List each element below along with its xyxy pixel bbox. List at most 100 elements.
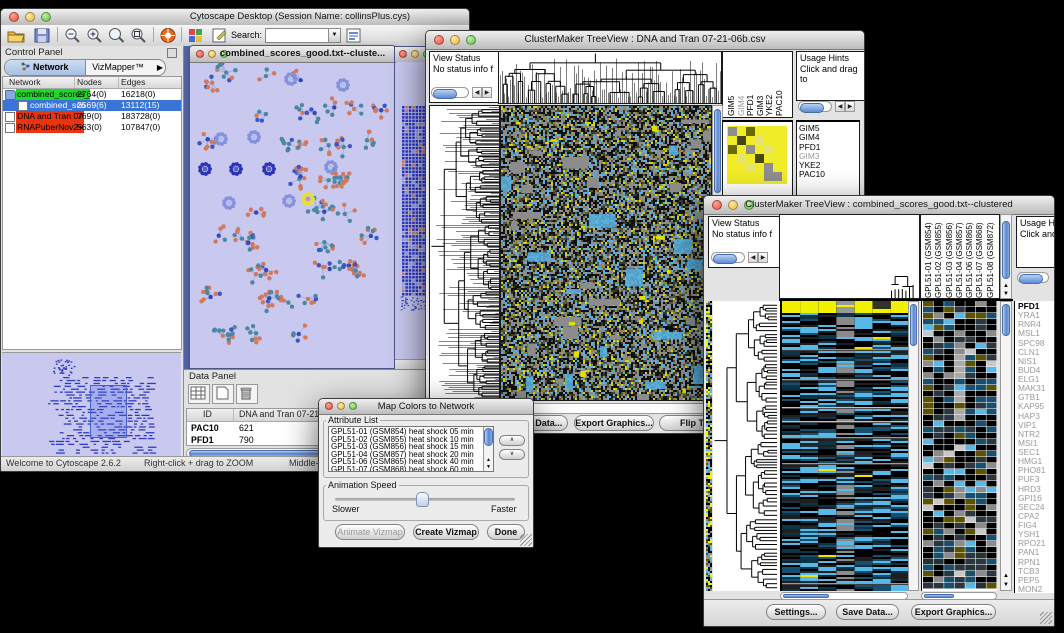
attribute-listbox[interactable]: GPL51-01 (GSM854) heat shock 05 minGPL51… [328, 426, 494, 472]
tv1-gene-labels[interactable]: GIM5GIM4PFD1GIM3YKE2PAC10 [799, 124, 825, 180]
tv1-column-dendrogram[interactable] [498, 51, 722, 104]
scroll-down-icon[interactable]: ▼ [1001, 582, 1011, 588]
zoom-in-icon[interactable] [85, 27, 103, 44]
move-up-button[interactable]: ∧ [499, 435, 525, 446]
matrix-cell[interactable] [764, 172, 773, 181]
network-row[interactable]: combined_sco2569(6)13112(15) [3, 100, 181, 111]
matrix-cell[interactable] [755, 163, 764, 172]
create-attribute-button[interactable] [212, 384, 234, 404]
col-id[interactable]: ID [203, 409, 212, 419]
tv1-status-scrollbar[interactable] [431, 87, 469, 98]
matrix-cell[interactable] [728, 163, 737, 172]
matrix-cell[interactable] [755, 172, 764, 181]
vizmapper-palette-icon[interactable] [187, 27, 205, 44]
search-input[interactable] [265, 28, 329, 43]
tv2-row-dendrogram[interactable] [713, 301, 780, 591]
scroll-down-icon[interactable]: ▼ [1001, 291, 1011, 297]
array-label[interactable]: GPL51-08 (GSM872) [986, 215, 996, 298]
network-view-window[interactable]: combined_scores_good.txt--cluste... [189, 45, 396, 369]
matrix-cell[interactable] [746, 172, 755, 181]
matrix-cell[interactable] [746, 136, 755, 145]
resize-grip[interactable] [1040, 612, 1052, 624]
matrix-cell[interactable] [773, 145, 782, 154]
col-network[interactable]: Network [9, 77, 41, 87]
minimize-icon[interactable] [411, 50, 419, 58]
matrix-cell[interactable] [755, 145, 764, 154]
matrix-cell[interactable] [728, 145, 737, 154]
tv2-array-labels[interactable]: GPL51-01 (GSM854)GPL51-02 (GSM855)GPL51-… [920, 214, 1000, 299]
matrix-cell[interactable] [773, 127, 782, 136]
col-nodes[interactable]: Nodes [77, 77, 102, 87]
scroll-right-icon[interactable]: ▶ [482, 87, 492, 98]
tv1-row-dendrogram[interactable] [429, 105, 500, 401]
move-down-button[interactable]: ∨ [499, 449, 525, 460]
matrix-cell[interactable] [755, 136, 764, 145]
tab-overflow-icon[interactable]: ▶ [157, 60, 163, 75]
resize-grip[interactable] [520, 534, 532, 546]
zoom-selected-icon[interactable] [129, 27, 147, 44]
matrix-cell[interactable] [737, 154, 746, 163]
matrix-cell[interactable] [746, 127, 755, 136]
matrix-cell[interactable] [764, 154, 773, 163]
matrix-cell[interactable] [755, 154, 764, 163]
gene-label[interactable]: MON2 [1018, 585, 1054, 593]
main-titlebar[interactable]: Cytoscape Desktop (Session Name: collins… [1, 9, 469, 26]
scroll-left-icon[interactable]: ◀ [472, 87, 482, 98]
tv1-similarity-matrix[interactable] [727, 126, 787, 184]
matrix-cell[interactable] [764, 127, 773, 136]
matrix-cell[interactable] [764, 145, 773, 154]
close-icon[interactable] [399, 50, 407, 58]
matrix-cell[interactable] [773, 172, 782, 181]
scroll-left-icon[interactable]: ◀ [748, 252, 758, 263]
tv2-heat-vscrollbar[interactable] [908, 301, 919, 591]
matrix-cell[interactable] [773, 154, 782, 163]
treeview1-titlebar[interactable]: ClusterMaker TreeView : DNA and Tran 07-… [426, 31, 864, 50]
float-panel-icon[interactable] [167, 48, 177, 58]
array-label[interactable]: PAC10 [775, 53, 785, 116]
matrix-cell[interactable] [728, 172, 737, 181]
network-overview-minimap[interactable] [2, 352, 181, 458]
matrix-cell[interactable] [737, 145, 746, 154]
scroll-right-icon[interactable]: ▶ [845, 101, 855, 112]
matrix-cell[interactable] [737, 163, 746, 172]
network-name[interactable]: RNAPuberNov2+ [16, 122, 84, 133]
matrix-cell[interactable] [764, 136, 773, 145]
matrix-cell[interactable] [746, 154, 755, 163]
matrix-cell[interactable] [764, 163, 773, 172]
network-name[interactable]: DNA and Tran 07 [16, 111, 84, 122]
scroll-down-icon[interactable]: ▼ [484, 464, 493, 470]
open-file-icon[interactable] [7, 27, 25, 44]
scroll-up-icon[interactable]: ▲ [1001, 283, 1011, 289]
treeview-window-combined[interactable]: ClusterMaker TreeView : combined_scores_… [703, 195, 1055, 627]
tab-network[interactable]: Network [5, 60, 86, 75]
network-row[interactable]: combined_scores_2764(0)16218(0) [3, 89, 181, 100]
matrix-cell[interactable] [746, 145, 755, 154]
search-dropdown-icon[interactable]: ▼ [328, 28, 341, 43]
delete-attribute-trash-icon[interactable] [236, 384, 258, 404]
matrix-cell[interactable] [737, 127, 746, 136]
network-list-header[interactable]: Network Nodes Edges [3, 77, 181, 89]
attribute-item[interactable]: GPL51-07 (GSM868) heat shock 60 min [331, 466, 493, 472]
tab-vizmapper[interactable]: VizMapper™ [86, 60, 150, 75]
help-lifering-icon[interactable] [159, 27, 177, 44]
export-graphics-button[interactable]: Export Graphics... [911, 604, 996, 620]
matrix-cell[interactable] [737, 136, 746, 145]
network-graph-canvas[interactable] [191, 63, 392, 365]
tv2-usage-scrollbar[interactable] [1017, 272, 1049, 283]
tv2-detail-vscrollbar[interactable]: ▲ ▼ [1000, 301, 1012, 591]
matrix-cell[interactable] [746, 163, 755, 172]
annotation-icon[interactable] [211, 27, 229, 44]
tv2-gene-list[interactable]: PFD1YRA1RNR4MSL1SPC98CLN1NIS1BUD4ELG1MAK… [1014, 301, 1054, 593]
tv1-heatmap[interactable] [500, 105, 712, 401]
matrix-cell[interactable] [755, 127, 764, 136]
matrix-cell[interactable] [773, 163, 782, 172]
network-row[interactable]: RNAPuberNov2+563(0)107847(0) [3, 122, 181, 133]
attr-list-scrollbar[interactable]: ▲ ▼ [483, 427, 493, 471]
matrix-cell[interactable] [728, 127, 737, 136]
tv2-status-scrollbar[interactable] [711, 252, 745, 263]
network-row[interactable]: DNA and Tran 07769(0)183728(0) [3, 111, 181, 122]
tv2-heatmap[interactable] [780, 301, 908, 591]
tv1-array-labels[interactable]: GIM5GIM4PFD1GIM3YKE2PAC10 [722, 51, 793, 118]
map-colors-dialog[interactable]: Map Colors to Network Attribute List GPL… [318, 398, 534, 548]
save-data-button[interactable]: Save Data... [836, 604, 899, 620]
